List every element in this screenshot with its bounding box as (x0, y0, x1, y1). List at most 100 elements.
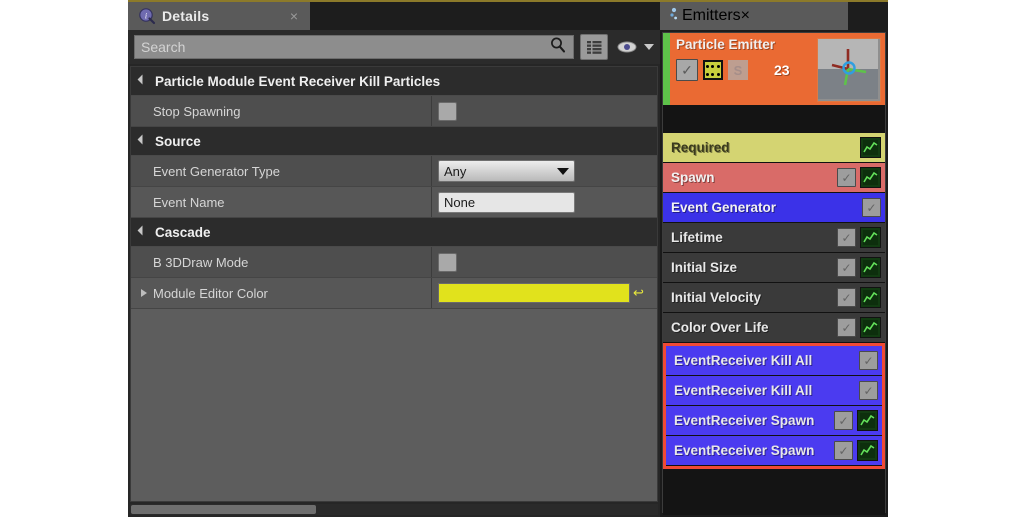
property-label: Module Editor Color (153, 285, 268, 301)
property-label: Stop Spawning (153, 103, 241, 119)
module-row[interactable]: Initial Size ✓ (663, 253, 885, 283)
module-row[interactable]: EventReceiver Spawn ✓ (666, 436, 882, 466)
module-label: EventReceiver Kill All (674, 353, 813, 368)
module-label: Lifetime (671, 230, 723, 245)
module-enabled-checkbox[interactable]: ✓ (862, 198, 881, 217)
property-row-event-generator-type[interactable]: Event Generator Type Any (131, 156, 657, 187)
module-row[interactable]: Lifetime ✓ (663, 223, 885, 253)
details-tabstrip: i Details × (128, 0, 660, 32)
emitter-header[interactable]: Particle Emitter ✓ S 23 (663, 33, 885, 105)
module-label: EventReceiver Spawn (674, 413, 815, 428)
details-panel: i Details × Search Particle Module Event… (128, 0, 660, 517)
tab-details[interactable]: i Details × (128, 0, 310, 30)
emitter-accent-bar (663, 33, 670, 105)
search-input[interactable]: Search (134, 35, 574, 59)
tab-details-label: Details (162, 8, 210, 24)
chevron-down-icon (557, 167, 569, 175)
curve-editor-icon[interactable] (857, 440, 878, 461)
module-label: Initial Velocity (671, 290, 762, 305)
close-icon[interactable]: × (290, 8, 298, 24)
module-row[interactable]: EventReceiver Spawn ✓ (666, 406, 882, 436)
property-value (431, 96, 657, 126)
module-row[interactable]: Color Over Life ✓ (663, 313, 885, 343)
module-row[interactable]: Required (663, 133, 885, 163)
svg-text:i: i (145, 12, 147, 21)
module-row[interactable]: Initial Velocity ✓ (663, 283, 885, 313)
module-enabled-checkbox[interactable]: ✓ (837, 288, 856, 307)
category-header-cascade[interactable]: Cascade (131, 218, 657, 247)
curve-editor-icon[interactable] (860, 257, 881, 278)
stop-spawning-checkbox[interactable] (438, 101, 457, 121)
scrollbar-thumb[interactable] (131, 505, 316, 514)
property-label: Event Generator Type (153, 163, 280, 179)
curve-editor-icon[interactable] (857, 410, 878, 431)
expand-triangle-icon (137, 74, 148, 85)
module-label: Spawn (671, 170, 715, 185)
emitter-thumbnail[interactable] (817, 38, 881, 102)
property-label: B 3DDraw Mode (153, 254, 249, 270)
module-label: Color Over Life (671, 320, 769, 335)
category-title: Cascade (155, 224, 211, 240)
module-editor-color-swatch[interactable] (438, 283, 630, 303)
expand-arrow-icon[interactable] (141, 289, 147, 297)
curve-editor-icon[interactable] (860, 167, 881, 188)
property-row-module-editor-color[interactable]: Module Editor Color ↩ (131, 278, 657, 309)
magnifier-icon[interactable] (549, 36, 567, 59)
eye-icon[interactable] (614, 35, 640, 59)
category-header-source[interactable]: Source (131, 127, 657, 156)
curve-editor-icon[interactable] (860, 227, 881, 248)
module-label: EventReceiver Spawn (674, 443, 815, 458)
chevron-down-icon[interactable] (644, 44, 654, 50)
module-enabled-checkbox[interactable]: ✓ (859, 381, 878, 400)
property-list: Particle Module Event Receiver Kill Part… (130, 66, 658, 502)
details-search-row: Search (128, 30, 660, 64)
grid-view-icon[interactable] (580, 34, 608, 60)
selected-modules-group: EventReceiver Kill All ✓ EventReceiver Kil… (663, 343, 885, 469)
info-icon: i (138, 7, 156, 25)
curve-editor-icon[interactable] (860, 317, 881, 338)
module-label: Required (671, 140, 730, 155)
category-title: Particle Module Event Receiver Kill Part… (155, 73, 441, 89)
details-horizontal-scrollbar[interactable] (130, 504, 658, 515)
module-label: Event Generator (671, 200, 777, 215)
property-row-b3ddraw-mode[interactable]: B 3DDraw Mode (131, 247, 657, 278)
module-row[interactable]: EventReceiver Kill All ✓ (666, 346, 882, 376)
emitter-spacer (663, 105, 885, 133)
module-label: Initial Size (671, 260, 738, 275)
reset-icon[interactable]: ↩ (633, 285, 644, 301)
curve-editor-icon[interactable] (860, 287, 881, 308)
search-placeholder: Search (141, 39, 186, 55)
module-enabled-checkbox[interactable]: ✓ (837, 318, 856, 337)
module-row[interactable]: EventReceiver Kill All ✓ (666, 376, 882, 406)
module-enabled-checkbox[interactable]: ✓ (837, 228, 856, 247)
b3ddraw-mode-checkbox[interactable] (438, 252, 457, 272)
close-icon[interactable]: × (741, 7, 750, 25)
module-list: Required Spawn ✓ Event Generator ✓ Lifetime ✓ I… (663, 133, 885, 469)
property-value: None (431, 187, 657, 217)
event-generator-type-dropdown[interactable]: Any (438, 160, 575, 182)
module-enabled-checkbox[interactable]: ✓ (859, 351, 878, 370)
property-row-event-name[interactable]: Event Name None (131, 187, 657, 218)
emitter-icon (666, 6, 682, 27)
module-enabled-checkbox[interactable]: ✓ (837, 258, 856, 277)
emitters-panel: Emitters × Particle Emitter ✓ S 23 Requi… (660, 0, 888, 517)
curve-editor-icon[interactable] (860, 137, 881, 158)
tab-emitters[interactable]: Emitters × (660, 0, 848, 30)
module-list-empty-area (663, 469, 885, 515)
emitter-enabled-checkbox[interactable]: ✓ (676, 59, 698, 81)
property-row-stop-spawning[interactable]: Stop Spawning (131, 96, 657, 127)
dropdown-value: Any (444, 163, 467, 179)
category-header-particle-module[interactable]: Particle Module Event Receiver Kill Part… (131, 67, 657, 96)
module-enabled-checkbox[interactable]: ✓ (837, 168, 856, 187)
solo-button[interactable]: S (728, 60, 748, 80)
module-row[interactable]: Event Generator ✓ (663, 193, 885, 223)
property-value (431, 247, 657, 277)
module-row[interactable]: Spawn ✓ (663, 163, 885, 193)
particle-dots-icon[interactable] (703, 60, 723, 80)
module-enabled-checkbox[interactable]: ✓ (834, 441, 853, 460)
tab-emitters-label: Emitters (682, 7, 741, 24)
screen-root: i Details × Search Particle Module Event… (0, 0, 1023, 523)
event-name-field[interactable]: None (438, 191, 575, 213)
property-label-wrap: Module Editor Color (131, 286, 431, 301)
module-enabled-checkbox[interactable]: ✓ (834, 411, 853, 430)
